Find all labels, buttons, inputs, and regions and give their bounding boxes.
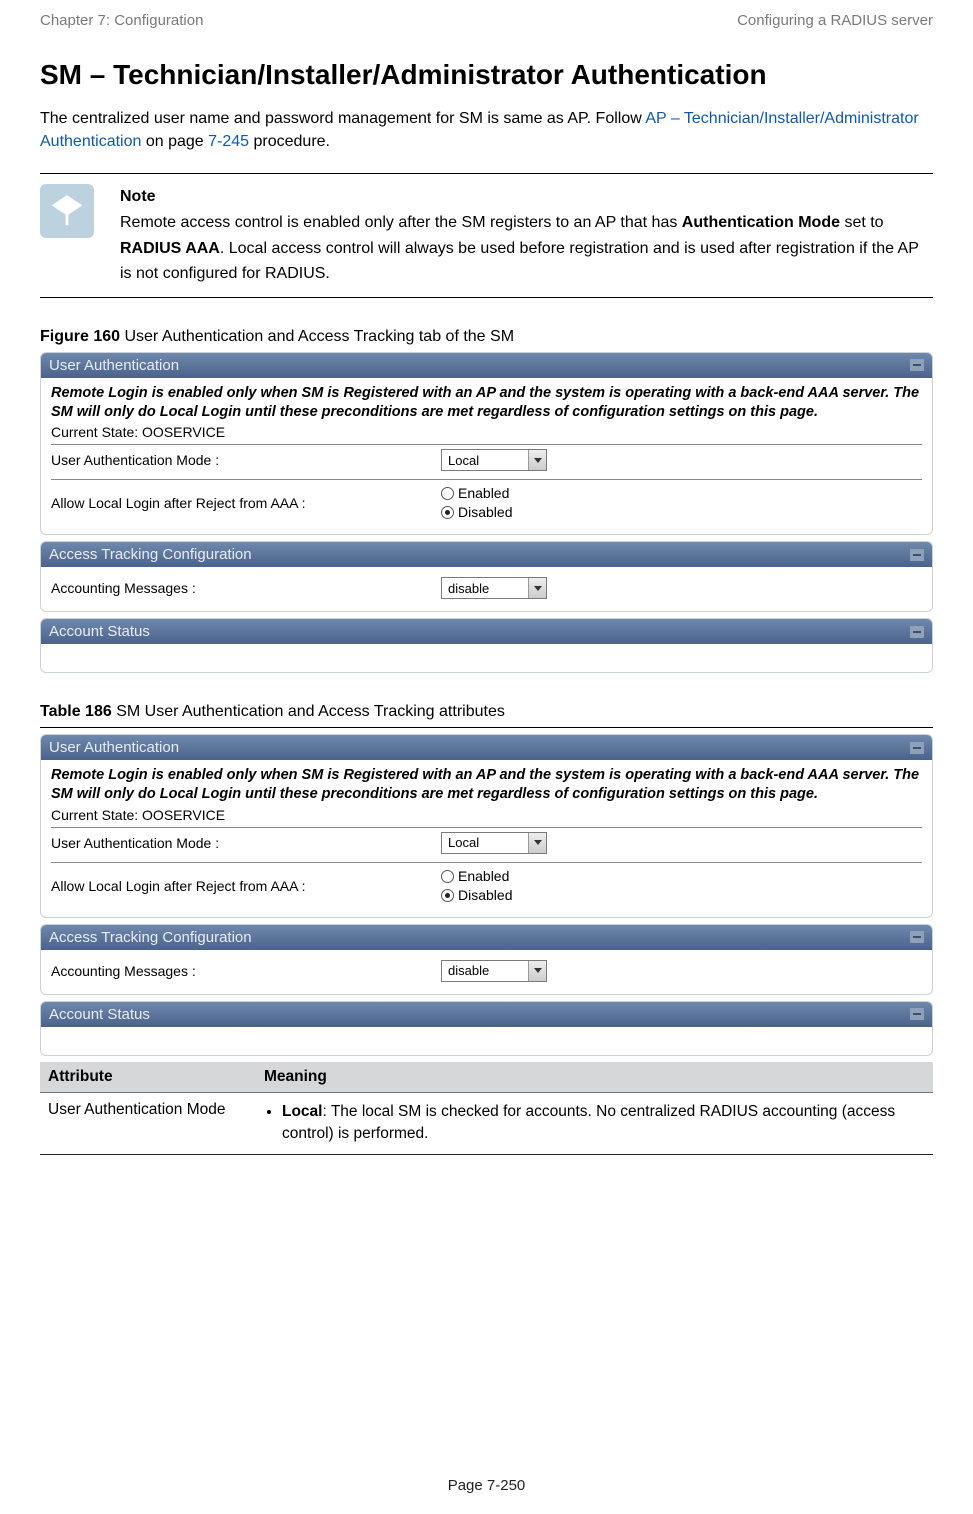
bullet-bold: Local: [282, 1103, 322, 1120]
panel-account-status-title: Account Status: [49, 1006, 150, 1023]
collapse-icon[interactable]: [910, 359, 924, 371]
radio-disabled-option[interactable]: Disabled: [441, 503, 512, 522]
note-block: Note Remote access control is enabled on…: [40, 173, 933, 297]
figure-text: User Authentication and Access Tracking …: [120, 328, 514, 345]
remote-login-note: Remote Login is enabled only when SM is …: [51, 766, 922, 804]
collapse-icon[interactable]: [910, 1008, 924, 1020]
remote-login-note: Remote Login is enabled only when SM is …: [51, 384, 922, 422]
user-auth-mode-select[interactable]: Local: [441, 832, 547, 854]
panel-access-tracking-title: Access Tracking Configuration: [49, 546, 252, 563]
panel-access-tracking: Access Tracking Configuration Accounting…: [40, 541, 933, 612]
link-page-ref[interactable]: 7-245: [208, 133, 249, 150]
chevron-down-icon[interactable]: [528, 833, 546, 853]
radio-disabled-label: Disabled: [458, 886, 512, 905]
divider: [40, 727, 933, 728]
table-row: User Authentication Mode Local: The loca…: [40, 1092, 933, 1154]
intro-pre: The centralized user name and password m…: [40, 110, 645, 127]
user-auth-mode-label: User Authentication Mode :: [51, 835, 441, 851]
accounting-messages-label: Accounting Messages :: [51, 963, 441, 979]
attributes-table: Attribute Meaning User Authentication Mo…: [40, 1062, 933, 1155]
allow-local-login-label: Allow Local Login after Reject from AAA …: [51, 878, 441, 894]
figure-caption: Figure 160 User Authentication and Acces…: [40, 328, 933, 346]
panel-user-auth: User Authentication Remote Login is enab…: [40, 352, 933, 535]
table-text: SM User Authentication and Access Tracki…: [112, 703, 505, 720]
note-icon: [40, 184, 94, 238]
figure-ui: User Authentication Remote Login is enab…: [40, 352, 933, 673]
intro-paragraph: The centralized user name and password m…: [40, 107, 933, 153]
page-footer: Page 7-250: [0, 1477, 973, 1494]
user-auth-mode-label: User Authentication Mode :: [51, 452, 441, 468]
col-meaning: Meaning: [256, 1062, 933, 1093]
user-auth-mode-value: Local: [442, 835, 528, 850]
panel-account-status: Account Status: [40, 618, 933, 673]
attr-name: User Authentication Mode: [40, 1092, 256, 1154]
table-caption: Table 186 SM User Authentication and Acc…: [40, 703, 933, 721]
accounting-messages-label: Accounting Messages :: [51, 580, 441, 596]
radio-enabled-label: Enabled: [458, 867, 509, 886]
col-attribute: Attribute: [40, 1062, 256, 1093]
chevron-down-icon[interactable]: [528, 578, 546, 598]
note-heading: Note: [120, 184, 933, 210]
current-state: Current State: OOSERVICE: [51, 807, 922, 823]
collapse-icon[interactable]: [910, 742, 924, 754]
note-seg2: set to: [840, 214, 884, 231]
panel-access-tracking: Access Tracking Configuration Accounting…: [40, 924, 933, 995]
allow-local-login-label: Allow Local Login after Reject from AAA …: [51, 495, 441, 511]
note-bold2: RADIUS AAA: [120, 240, 220, 257]
panel-user-auth-title: User Authentication: [49, 739, 179, 756]
radio-enabled[interactable]: [441, 870, 454, 883]
accounting-messages-select[interactable]: disable: [441, 960, 547, 982]
table-label: Table 186: [40, 703, 112, 720]
note-seg3: . Local access control will always be us…: [120, 240, 919, 283]
accounting-messages-value: disable: [442, 581, 528, 596]
radio-enabled-option[interactable]: Enabled: [441, 867, 512, 886]
header-left: Chapter 7: Configuration: [40, 12, 203, 29]
radio-enabled[interactable]: [441, 487, 454, 500]
panel-account-status-title: Account Status: [49, 623, 150, 640]
user-auth-mode-value: Local: [442, 453, 528, 468]
collapse-icon[interactable]: [910, 931, 924, 943]
accounting-messages-select[interactable]: disable: [441, 577, 547, 599]
intro-post: procedure.: [249, 133, 330, 150]
figure-label: Figure 160: [40, 328, 120, 345]
collapse-icon[interactable]: [910, 626, 924, 638]
radio-enabled-option[interactable]: Enabled: [441, 484, 512, 503]
panel-account-status: Account Status: [40, 1001, 933, 1056]
panel-user-auth: User Authentication Remote Login is enab…: [40, 734, 933, 917]
intro-mid: on page: [141, 133, 208, 150]
table-ui: User Authentication Remote Login is enab…: [40, 734, 933, 1055]
bullet-rest: : The local SM is checked for accounts. …: [282, 1103, 895, 1142]
header-right: Configuring a RADIUS server: [737, 12, 933, 29]
note-bold1: Authentication Mode: [682, 214, 840, 231]
radio-disabled-label: Disabled: [458, 503, 512, 522]
page-title: SM – Technician/Installer/Administrator …: [40, 59, 933, 91]
attr-meaning: Local: The local SM is checked for accou…: [256, 1092, 933, 1154]
current-state: Current State: OOSERVICE: [51, 424, 922, 440]
chevron-down-icon[interactable]: [528, 450, 546, 470]
note-seg1: Remote access control is enabled only af…: [120, 214, 682, 231]
radio-enabled-label: Enabled: [458, 484, 509, 503]
accounting-messages-value: disable: [442, 963, 528, 978]
user-auth-mode-select[interactable]: Local: [441, 449, 547, 471]
note-text: Remote access control is enabled only af…: [120, 210, 933, 287]
radio-disabled[interactable]: [441, 506, 454, 519]
chevron-down-icon[interactable]: [528, 961, 546, 981]
radio-disabled[interactable]: [441, 889, 454, 902]
radio-disabled-option[interactable]: Disabled: [441, 886, 512, 905]
panel-user-auth-title: User Authentication: [49, 357, 179, 374]
list-item: Local: The local SM is checked for accou…: [282, 1101, 925, 1146]
collapse-icon[interactable]: [910, 549, 924, 561]
panel-access-tracking-title: Access Tracking Configuration: [49, 929, 252, 946]
